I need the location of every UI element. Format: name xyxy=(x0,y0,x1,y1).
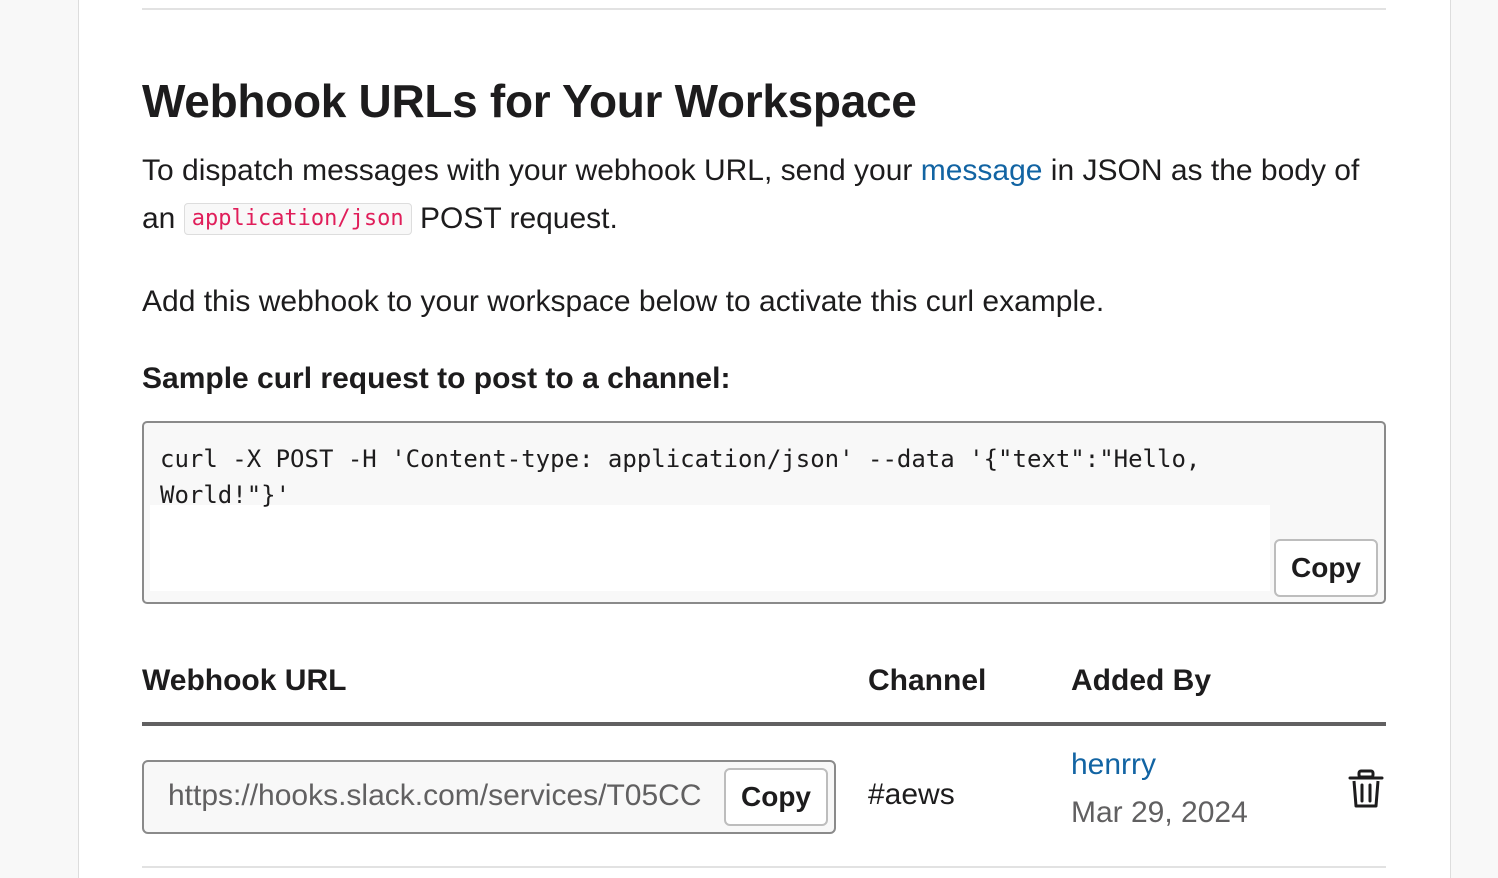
webhook-url-value[interactable]: https://hooks.slack.com/services/T05CC xyxy=(168,779,724,813)
sample-curl-label: Sample curl request to post to a channel… xyxy=(142,362,731,395)
column-header-channel: Channel xyxy=(868,664,987,697)
code-block-blank-area xyxy=(150,505,1270,591)
webhook-url-field[interactable]: https://hooks.slack.com/services/T05CC C… xyxy=(142,760,836,834)
webhook-channel: #aews xyxy=(868,778,955,811)
table-header-rule xyxy=(142,722,1386,726)
intro-text-start: To dispatch messages with your webhook U… xyxy=(142,154,921,187)
intro-text: To dispatch messages with your webhook U… xyxy=(142,147,1386,246)
copy-curl-button[interactable]: Copy xyxy=(1274,539,1378,597)
table-row-rule xyxy=(142,866,1386,868)
page-title: Webhook URLs for Your Workspace xyxy=(142,75,917,127)
message-link[interactable]: message xyxy=(921,154,1043,187)
added-by-user-link[interactable]: henrry xyxy=(1071,748,1156,782)
sample-curl-code: curl -X POST -H 'Content-type: applicati… xyxy=(160,445,1215,509)
top-divider xyxy=(142,8,1386,10)
trash-icon[interactable] xyxy=(1348,769,1384,809)
activate-note: Add this webhook to your workspace below… xyxy=(142,285,1105,318)
intro-text-end: POST request. xyxy=(411,202,618,235)
copy-webhook-url-button[interactable]: Copy xyxy=(724,768,828,826)
sample-curl-block: curl -X POST -H 'Content-type: applicati… xyxy=(142,421,1386,604)
column-header-webhook-url: Webhook URL xyxy=(142,664,347,697)
added-date: Mar 29, 2024 xyxy=(1071,796,1248,829)
content-type-code: application/json xyxy=(183,203,412,235)
column-header-added-by: Added By xyxy=(1071,664,1212,697)
